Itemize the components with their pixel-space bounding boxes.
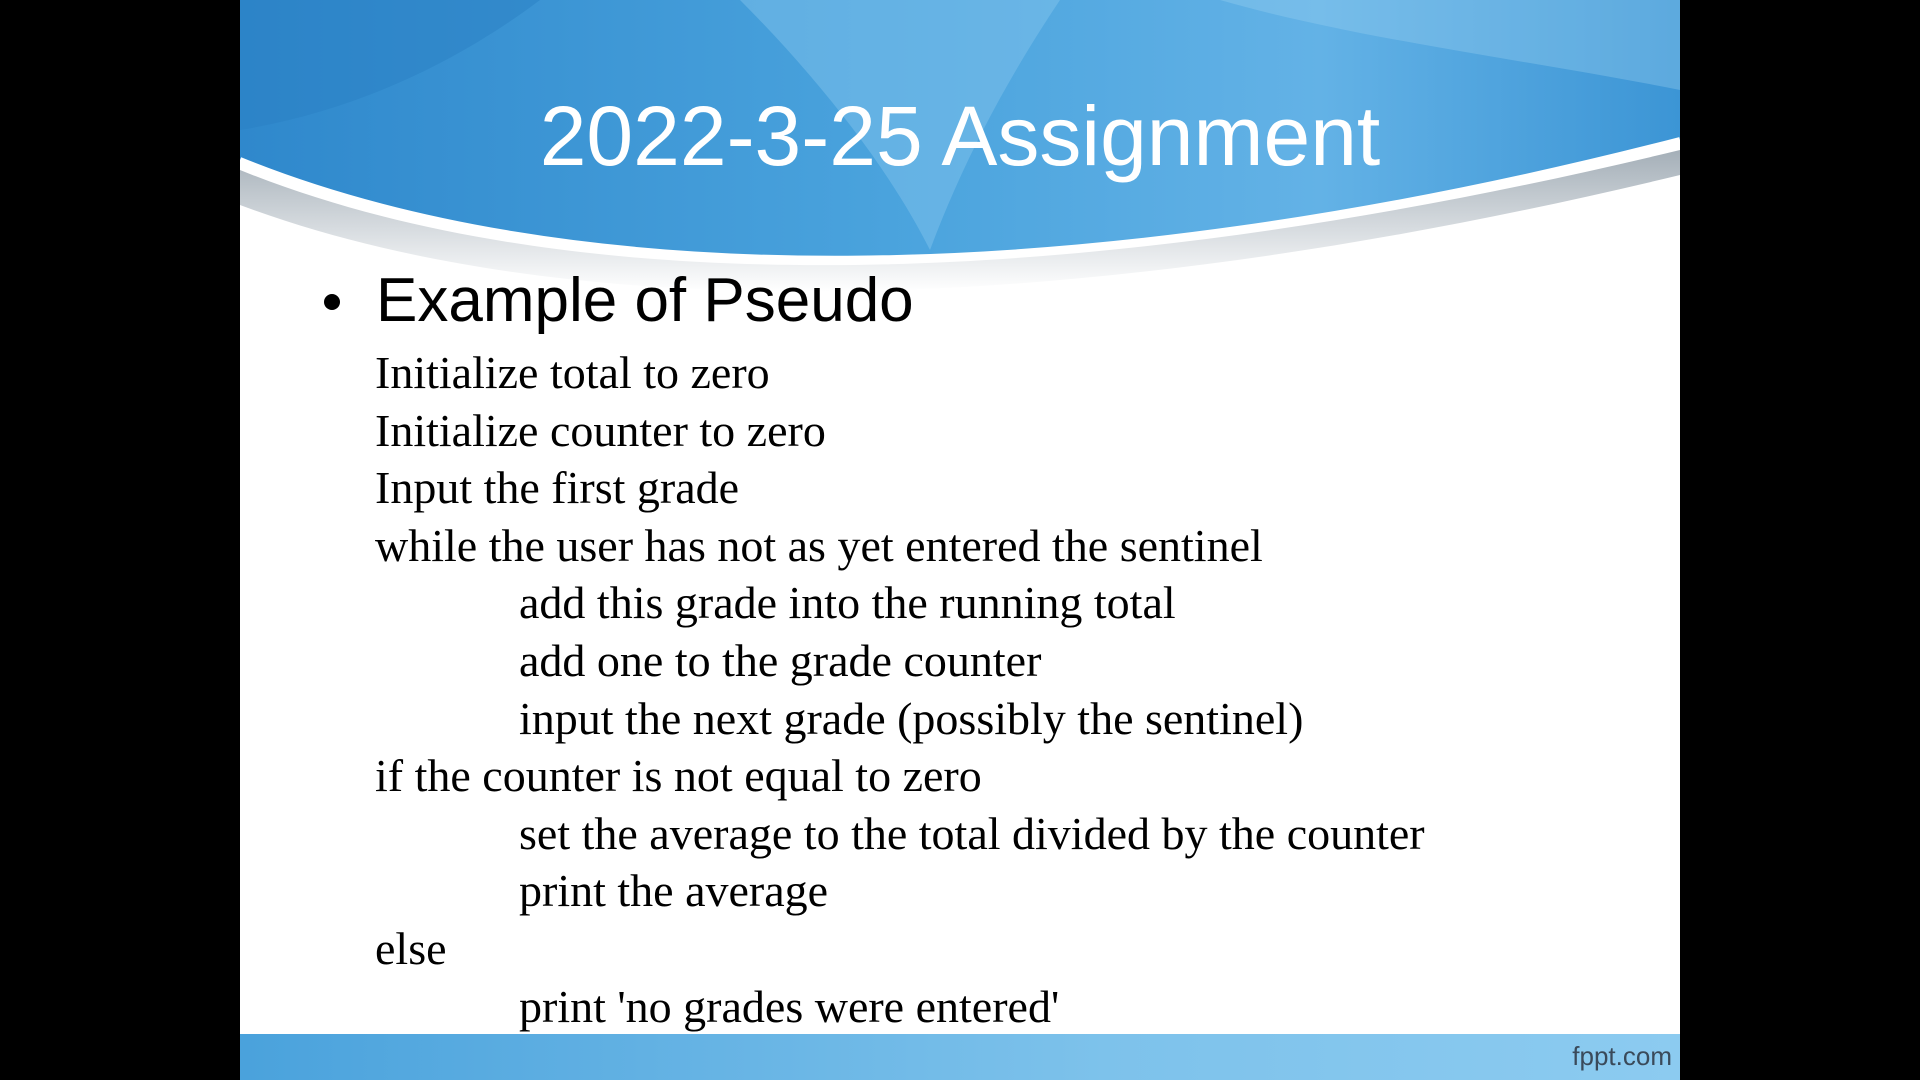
pseudocode-line: else [375, 922, 447, 974]
pseudocode-line: print 'no grades were entered' [519, 980, 1060, 1032]
pseudocode-line: while the user has not as yet entered th… [375, 519, 1263, 571]
pseudocode-line: print the average [519, 865, 829, 917]
presentation-viewport: 2022-3-25 Assignment Example of Pseudo I… [0, 0, 1920, 1080]
bullet-heading: Example of Pseudo [324, 262, 914, 338]
pseudocode-line: if the counter is not equal to zero [375, 750, 982, 802]
slide: 2022-3-25 Assignment Example of Pseudo I… [240, 0, 1680, 1080]
pseudocode-line: add one to the grade counter [519, 634, 1042, 686]
pseudocode-line: Input the first grade [375, 462, 740, 514]
bullet-dot-icon [324, 294, 340, 310]
bullet-heading-text: Example of Pseudo [376, 265, 914, 335]
pseudocode-line: Initialize total to zero [375, 347, 770, 398]
watermark-text: fppt.com [1572, 1041, 1672, 1071]
pseudocode-block: Initialize total to zero Initialize count… [375, 344, 1615, 1035]
pseudocode-line: input the next grade (possibly the senti… [519, 692, 1304, 744]
pseudocode-line: set the average to the total divided by … [519, 807, 1425, 859]
pseudocode-line: Initialize counter to zero [375, 404, 826, 456]
slide-title: 2022-3-25 Assignment [539, 89, 1381, 183]
footer-band-graphic [240, 1034, 1680, 1080]
pseudocode-line: add this grade into the running total [519, 577, 1176, 629]
